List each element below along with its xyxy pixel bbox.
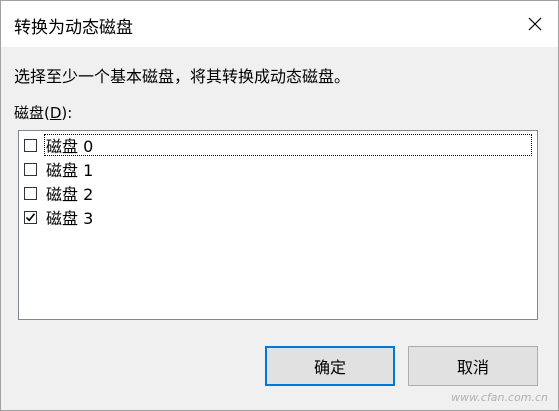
disk-list-label-prefix: 磁盘( [14,104,50,122]
disk-0-label: 磁盘 0 [46,137,94,156]
disk-1-label-wrap: 磁盘 1 [45,159,94,180]
disk-2-checkbox[interactable] [24,186,37,200]
ok-button[interactable]: 确定 [265,346,395,386]
instruction-text: 选择至少一个基本磁盘，将其转换成动态磁盘。 [14,67,351,86]
close-button[interactable] [512,1,558,47]
disk-list-item-0[interactable]: 磁盘 0 [21,134,532,156]
disk-3-checkbox[interactable] [24,210,37,224]
convert-dynamic-disk-dialog: 转换为动态磁盘 选择至少一个基本磁盘，将其转换成动态磁盘。 磁盘(D): 磁盘 … [0,0,559,411]
disk-2-label: 磁盘 2 [46,185,94,204]
disk-3-label-wrap: 磁盘 3 [45,207,94,228]
disk-3-label: 磁盘 3 [46,209,94,228]
disk-list-label-accelerator: D [49,104,62,122]
disk-list-item-1[interactable]: 磁盘 1 [21,158,93,180]
cancel-button[interactable]: 取消 [408,346,538,386]
disk-list-label-suffix: ): [61,104,73,122]
disk-list-label: 磁盘(D): [14,102,72,123]
disk-list[interactable]: 磁盘 0 磁盘 1 磁盘 2 磁盘 3 [18,130,538,320]
disk-0-focus-rect: 磁盘 0 [44,134,532,156]
title-bar[interactable]: 转换为动态磁盘 [1,1,558,47]
disk-1-label: 磁盘 1 [46,161,94,180]
disk-list-item-3[interactable]: 磁盘 3 [21,206,93,228]
checkmark-icon [25,212,36,222]
watermark: www.cfan.com.cn [451,391,548,404]
dialog-title: 转换为动态磁盘 [14,18,133,38]
disk-1-checkbox[interactable] [24,162,37,176]
disk-2-label-wrap: 磁盘 2 [45,183,94,204]
close-icon [528,17,542,31]
disk-0-checkbox[interactable] [24,138,37,152]
disk-list-item-2[interactable]: 磁盘 2 [21,182,93,204]
